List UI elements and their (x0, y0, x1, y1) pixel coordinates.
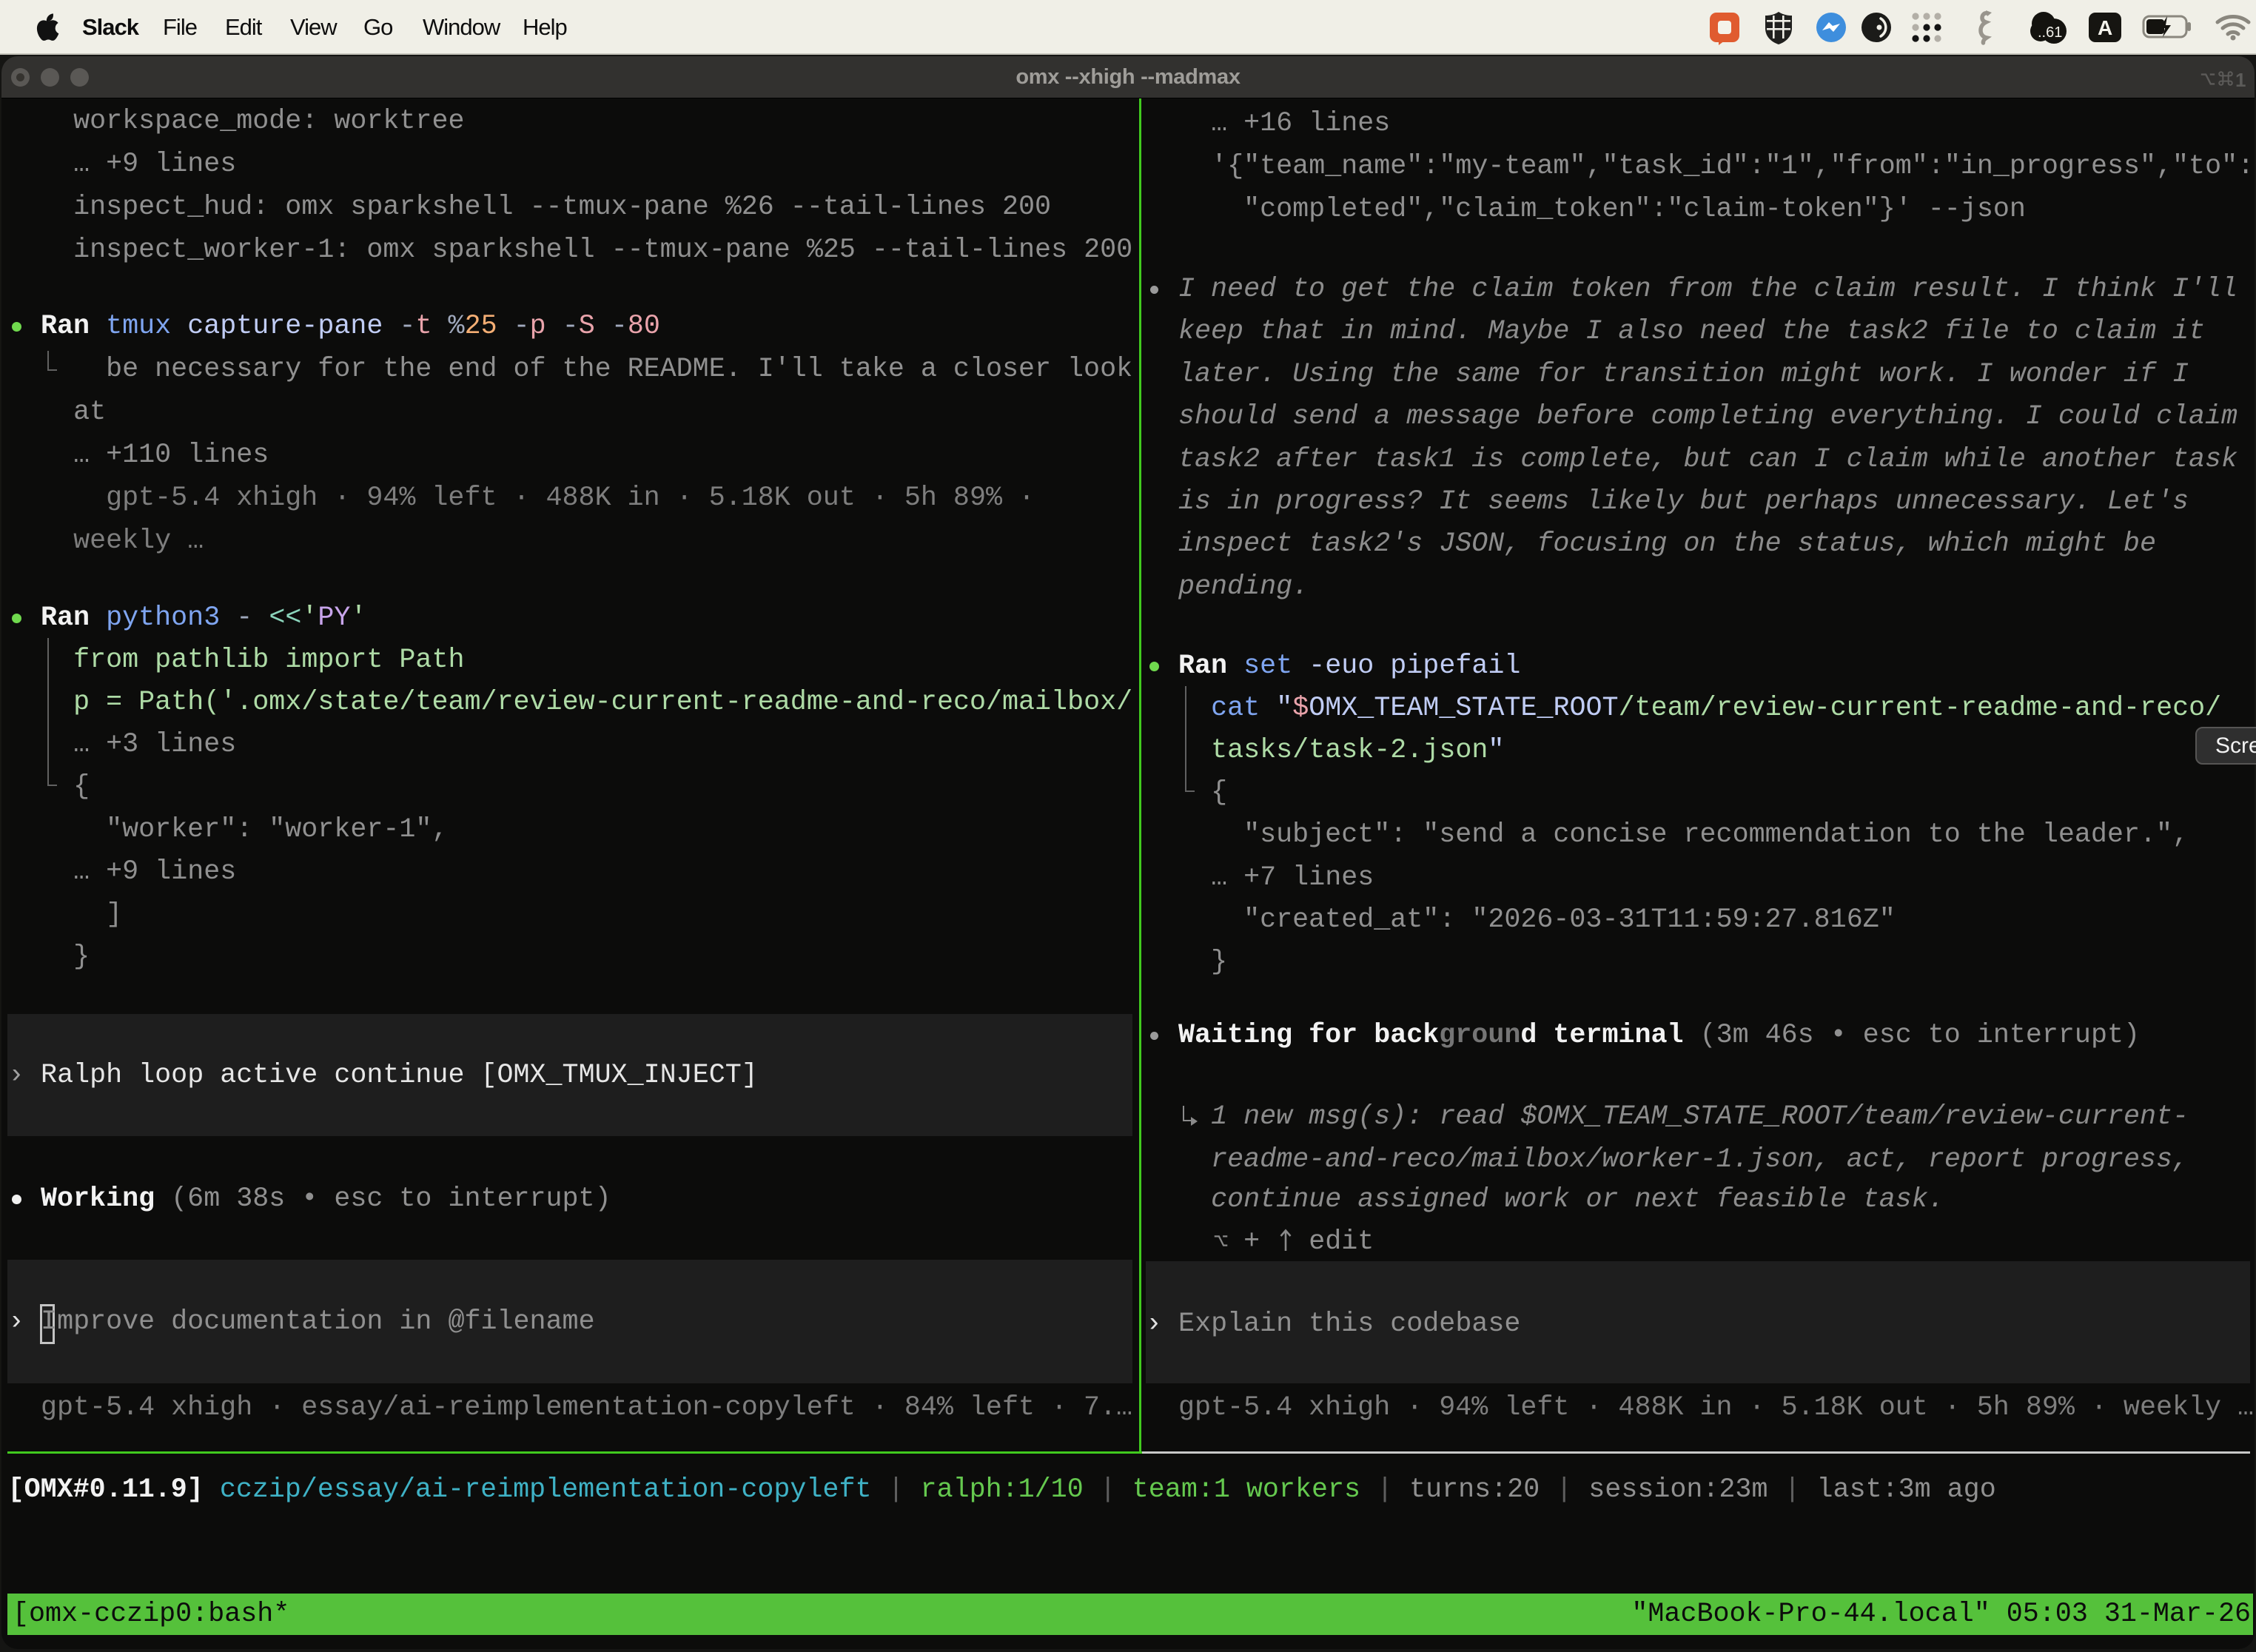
svg-text:..61: ..61 (2038, 24, 2062, 41)
svg-text:A: A (2098, 16, 2112, 39)
